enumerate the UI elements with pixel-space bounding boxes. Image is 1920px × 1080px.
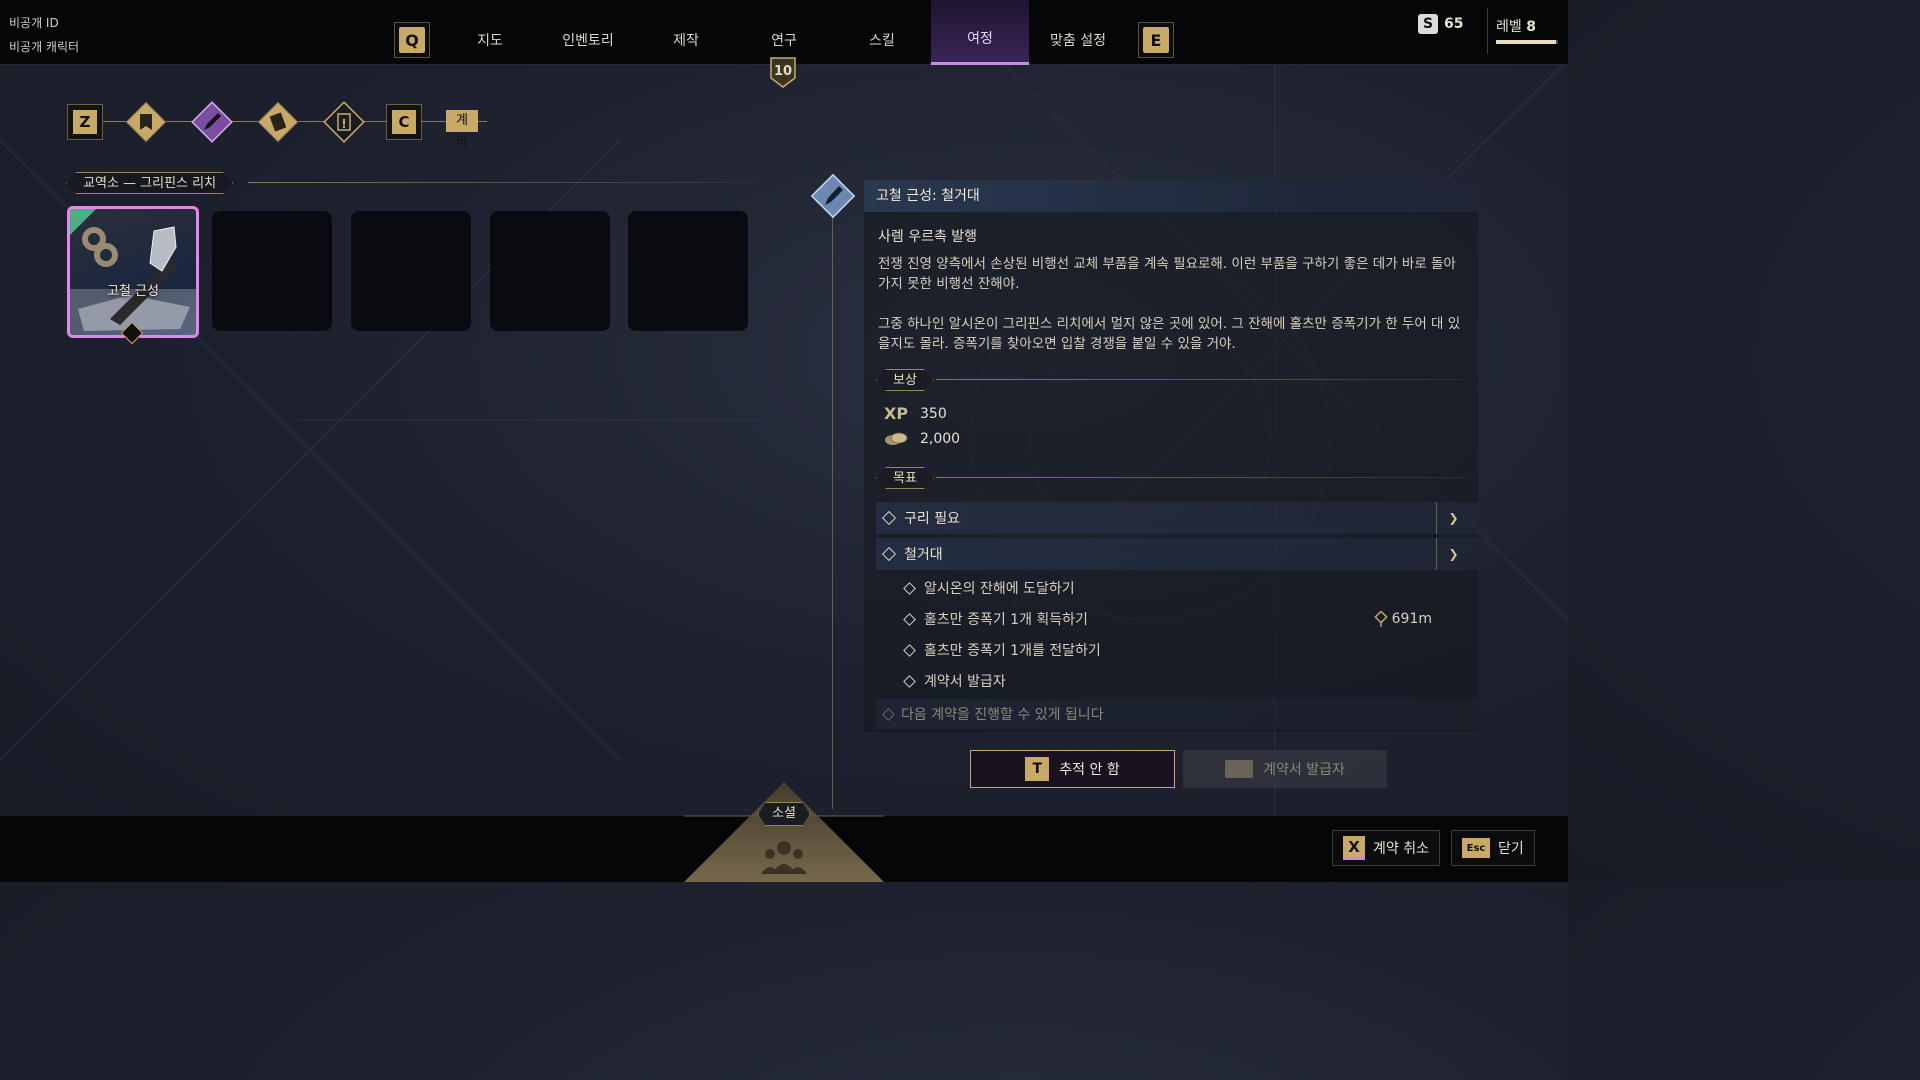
chevron-down-icon[interactable]: ❯ — [1436, 538, 1470, 570]
locked-objective-icon — [882, 707, 895, 721]
untrack-key: T — [1025, 757, 1050, 781]
social-label: 소셜 — [758, 802, 810, 826]
sub-objective: 알시온의 잔해에 도달하기 — [902, 575, 1462, 601]
contract-description: 전쟁 진영 양측에서 손상된 비행선 교체 부품을 계속 필요로해. 이런 부품… — [878, 254, 1468, 354]
contract-pen-icon — [810, 173, 856, 219]
prev-tab-key[interactable]: Q — [394, 22, 430, 58]
contract-card-empty — [490, 211, 610, 331]
objective-complete-icon — [881, 510, 897, 526]
tab-skills[interactable]: 스킬 — [833, 0, 931, 65]
level-display: 레벨 8 — [1487, 8, 1559, 54]
objective-demolition[interactable]: 철거대 ❯ — [876, 538, 1478, 570]
detail-connector-line — [832, 214, 833, 809]
esc-key: Esc — [1462, 838, 1490, 858]
svg-text:!: ! — [341, 117, 346, 131]
objective-icon — [903, 643, 916, 657]
next-tab-key[interactable]: E — [1138, 22, 1174, 58]
research-badge-count: 10 — [774, 64, 792, 79]
tab-customize[interactable]: 맞춤 설정 — [1029, 0, 1127, 65]
objective-distance: 691m — [1373, 611, 1432, 627]
tab-map[interactable]: 지도 — [441, 0, 539, 65]
objective-complete-icon — [903, 581, 916, 595]
bookmark-icon[interactable] — [124, 100, 168, 144]
currency-amount: 65 — [1444, 16, 1464, 32]
level-progress-bar — [1496, 40, 1558, 44]
contract-card-selected[interactable]: 고철 근성 — [67, 206, 199, 338]
contract-issuer: 사렘 우르촉 발행 — [878, 229, 978, 245]
card-icon[interactable] — [256, 100, 300, 144]
quest-icon[interactable]: ! — [322, 100, 366, 144]
player-id: 비공개 ID — [9, 16, 59, 30]
level-value: 8 — [1526, 19, 1536, 35]
vendor-title: 교역소 — 그리핀스 리치 — [66, 172, 233, 194]
player-info: 비공개 ID 비공개 캐릭터 — [9, 11, 79, 59]
untrack-label: 추적 안 함 — [1059, 762, 1120, 778]
contract-issuer-label: 계약서 발급자 — [1263, 762, 1345, 778]
chevron-down-icon[interactable]: ❯ — [1436, 502, 1470, 534]
untrack-button[interactable]: T 추적 안 함 — [970, 750, 1175, 788]
currency-icon: S — [1418, 14, 1438, 34]
cancel-contract-label: 계약 취소 — [1373, 841, 1429, 857]
sub-objective: 계약서 발급자 — [902, 668, 1462, 694]
sub-objective: 홀츠만 증폭기 1개 획득하기 691m — [902, 606, 1462, 632]
contracts-category-label: 계약 — [446, 110, 478, 150]
reward-gold-value: 2,000 — [920, 431, 961, 447]
gold-coin-icon — [885, 432, 908, 445]
social-panel-icon[interactable] — [684, 782, 884, 882]
tab-crafting[interactable]: 제작 — [637, 0, 735, 65]
spacebar-key-icon — [1225, 760, 1254, 778]
level-label: 레벨 — [1496, 19, 1522, 35]
contract-issuer-button[interactable]: 계약서 발급자 — [1183, 750, 1387, 788]
cancel-contract-button[interactable]: X 계약 취소 — [1332, 830, 1440, 866]
description-paragraph: 그중 하나인 알시온이 그리핀스 리치에서 멀지 않은 곳에 있어. 그 잔해에… — [878, 316, 1461, 352]
contract-card-empty — [628, 211, 748, 331]
contract-card-empty — [351, 211, 471, 331]
contract-card-title: 고철 근성 — [107, 284, 159, 299]
objective-icon — [903, 674, 916, 688]
reward-xp-value: 350 — [920, 405, 947, 422]
objective-copper[interactable]: 구리 필요 ❯ — [876, 502, 1478, 534]
objective-icon — [903, 612, 916, 626]
tab-journey[interactable]: 여정 — [931, 0, 1029, 65]
pen-nib-icon[interactable] — [190, 100, 234, 144]
close-button[interactable]: Esc 닫기 — [1451, 830, 1535, 866]
contract-card-empty — [212, 211, 332, 331]
close-label: 닫기 — [1498, 841, 1524, 857]
journey-next-key[interactable]: C — [386, 104, 422, 140]
sub-objective: 홀츠만 증폭기 1개를 전달하기 — [902, 637, 1462, 663]
objective-icon — [881, 546, 897, 562]
description-paragraph: 전쟁 진영 양측에서 손상된 비행선 교체 부품을 계속 필요로해. 이런 부품… — [878, 256, 1456, 292]
research-badge-icon: 10 — [770, 57, 796, 88]
character-name: 비공개 캐릭터 — [9, 40, 80, 54]
cancel-key: X — [1343, 836, 1365, 860]
currency-display: S 65 — [1418, 14, 1463, 34]
reward-xp: XP 350 — [884, 404, 947, 423]
contract-title: 고철 근성: 철거대 — [864, 180, 1478, 212]
tab-inventory[interactable]: 인벤토리 — [539, 0, 637, 65]
xp-icon: XP — [884, 404, 909, 423]
next-contract-note: 다음 계약을 진행할 수 있게 됩니다 — [876, 699, 1478, 729]
reward-gold: 2,000 — [884, 431, 960, 447]
journey-prev-key[interactable]: Z — [67, 104, 103, 140]
waypoint-icon — [1373, 611, 1388, 627]
contract-art-icon — [70, 226, 196, 335]
